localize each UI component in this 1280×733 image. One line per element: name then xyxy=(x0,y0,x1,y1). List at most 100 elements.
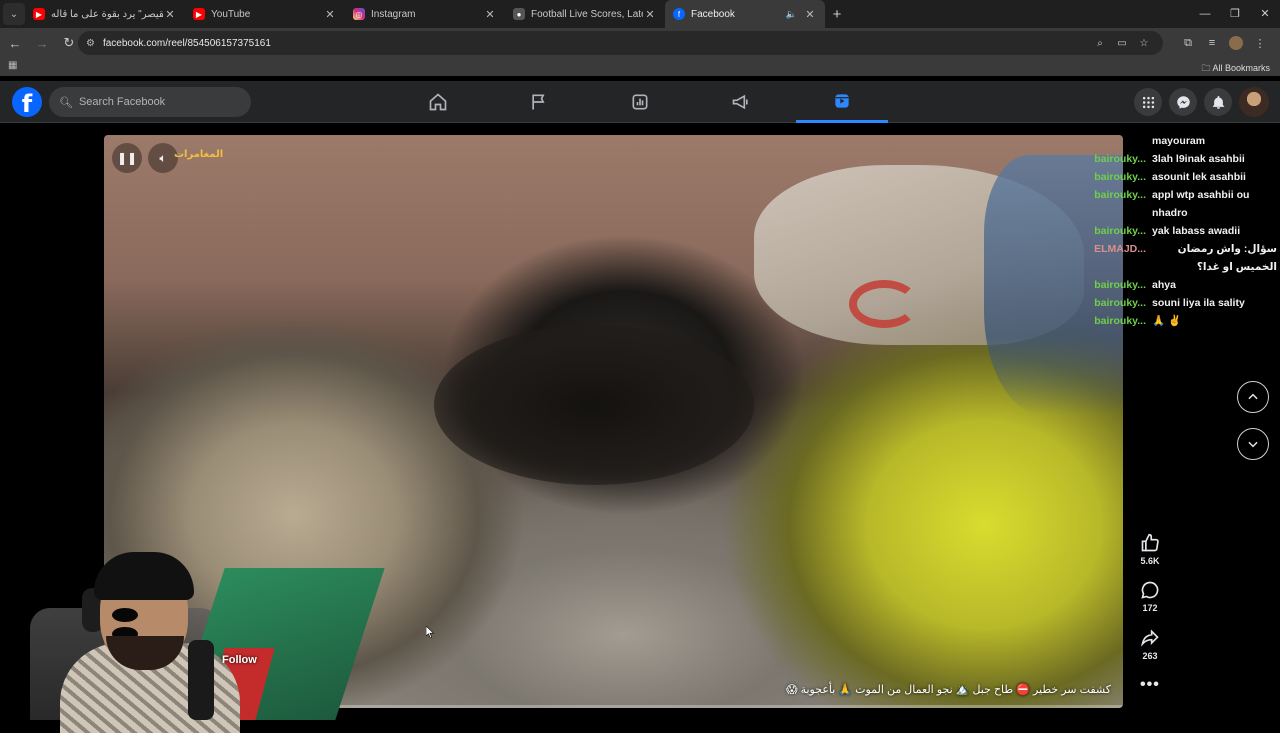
nav-home[interactable] xyxy=(392,81,484,123)
messenger-button[interactable] xyxy=(1169,88,1197,116)
close-icon[interactable]: ✕ xyxy=(323,8,337,21)
streamer-webcam xyxy=(0,548,385,733)
nav-pages[interactable] xyxy=(493,81,585,123)
browser-tab-2[interactable]: ▶ YouTube ✕ xyxy=(185,0,345,28)
tab-title: Football Live Scores, Latest Foo xyxy=(531,8,643,20)
like-count: 5.6K xyxy=(1140,556,1160,566)
chat-text: appl wtp asahbii ou nhadro xyxy=(1152,189,1250,219)
nav-ads[interactable] xyxy=(695,81,787,123)
extensions-icon[interactable]: ⧉ xyxy=(1176,37,1200,50)
facebook-search[interactable]: 🔍︎ xyxy=(49,87,251,117)
pause-icon[interactable]: ❚❚ xyxy=(112,143,142,173)
facebook-header: f 🔍︎ xyxy=(0,81,1280,123)
chat-username: ELMAJD... xyxy=(1094,243,1146,255)
chat-text: yak labass awadii xyxy=(1152,225,1241,237)
search-input[interactable] xyxy=(78,96,239,108)
zoom-icon[interactable]: ⌕ xyxy=(1089,38,1111,49)
back-icon[interactable]: ← xyxy=(3,36,27,51)
cast-icon[interactable]: ▭ xyxy=(1111,38,1133,49)
address-bar[interactable]: ⚙ facebook.com/reel/854506157375161 ⌕ ▭ … xyxy=(78,31,1163,55)
chat-message: bairouky... asounit lek asahbii xyxy=(1085,168,1280,186)
follow-button[interactable]: Follow xyxy=(222,654,257,666)
close-window-icon[interactable]: ✕ xyxy=(1250,0,1280,28)
video-scene xyxy=(434,325,754,485)
like-button[interactable]: 5.6K xyxy=(1130,533,1170,566)
menu-kebab-icon[interactable]: ⋮ xyxy=(1248,37,1272,50)
close-icon[interactable]: ✕ xyxy=(483,8,497,21)
menu-button[interactable] xyxy=(1134,88,1162,116)
chat-message: bairouky... 3lah l9inak asahbii xyxy=(1085,150,1280,168)
pages-flag-icon xyxy=(532,94,545,110)
star-icon[interactable]: ☆ xyxy=(1133,38,1155,49)
browser-tab-1[interactable]: ▶ القيصر" يرد بقوة على ما قاله wa" ✕ xyxy=(25,0,185,28)
chat-username: bairouky... xyxy=(1094,153,1146,165)
tab-search-dropdown[interactable]: ⌄ xyxy=(3,3,25,25)
webcam-scene xyxy=(94,552,194,600)
live-chat: mayouram bairouky... 3lah l9inak asahbii … xyxy=(1085,132,1280,330)
search-icon: 🔍︎ xyxy=(59,96,73,109)
tab-title: Instagram xyxy=(371,8,416,20)
comment-button[interactable]: 172 xyxy=(1130,580,1170,613)
browser-tab-strip: ⌄ ▶ القيصر" يرد بقوة على ما قاله wa" ✕ ▶… xyxy=(0,0,1280,28)
chat-message: bairouky... ahya xyxy=(1085,276,1280,294)
chat-message: ELMAJD... سؤال: واش رمضان الخميس او غدا؟ xyxy=(1085,240,1280,276)
close-icon[interactable]: ✕ xyxy=(803,8,817,21)
all-bookmarks-label: All Bookmarks xyxy=(1212,63,1270,73)
share-button[interactable]: 263 xyxy=(1130,628,1170,661)
account-avatar[interactable] xyxy=(1239,87,1269,117)
dashboard-icon xyxy=(632,94,648,110)
forward-icon[interactable]: → xyxy=(30,36,54,51)
nav-reels[interactable] xyxy=(796,81,888,123)
chat-username: bairouky... xyxy=(1094,279,1146,291)
comment-count: 172 xyxy=(1142,603,1158,613)
tab-title: القيصر" يرد بقوة على ما قاله wa" xyxy=(51,8,163,20)
url-text: facebook.com/reel/854506157375161 xyxy=(102,37,271,49)
more-options-button[interactable]: ••• xyxy=(1140,676,1160,694)
browser-tab-3[interactable]: ◎ Instagram ✕ xyxy=(345,0,505,28)
share-icon xyxy=(1141,629,1159,647)
notifications-button[interactable] xyxy=(1204,88,1232,116)
tab-title: Facebook xyxy=(691,8,735,20)
site-info-icon[interactable]: ⚙ xyxy=(86,38,95,49)
facebook-logo[interactable]: f xyxy=(12,87,42,118)
chat-text: 3lah l9inak asahbii xyxy=(1152,153,1245,165)
generic-site-icon: ● xyxy=(513,8,525,20)
share-count: 263 xyxy=(1142,651,1158,661)
chevron-down-icon xyxy=(1248,441,1258,448)
profile-avatar[interactable] xyxy=(1229,36,1243,50)
chat-message: mayouram xyxy=(1152,135,1206,147)
close-icon[interactable]: ✕ xyxy=(643,8,657,21)
close-icon[interactable]: ✕ xyxy=(163,8,177,21)
window-controls: — ❐ ✕ xyxy=(1190,0,1280,28)
webcam-scene xyxy=(112,608,178,641)
apps-grid-icon[interactable]: ▦ xyxy=(8,60,17,71)
chat-username: bairouky... xyxy=(1094,225,1146,237)
nav-dashboard[interactable] xyxy=(594,81,686,123)
new-tab-button[interactable]: + xyxy=(825,6,849,23)
chat-text: 🙏 ✌️ xyxy=(1152,315,1182,327)
all-bookmarks[interactable]: 🗀 All Bookmarks xyxy=(1201,61,1270,77)
minimize-icon[interactable]: — xyxy=(1190,0,1220,28)
restore-icon[interactable]: ❐ xyxy=(1220,0,1250,28)
chat-text: souni liya ila sality xyxy=(1152,297,1245,309)
speaker-icon[interactable]: 🔈 xyxy=(786,9,797,20)
browser-tab-4[interactable]: ● Football Live Scores, Latest Foo ✕ xyxy=(505,0,665,28)
webcam-scene xyxy=(188,640,214,720)
chat-username: bairouky... xyxy=(1094,297,1146,309)
previous-reel-button[interactable] xyxy=(1237,381,1269,413)
media-controls-icon[interactable]: ≡ xyxy=(1200,37,1224,49)
youtube-icon: ▶ xyxy=(33,8,45,20)
chat-message: bairouky... 🙏 ✌️ xyxy=(1085,312,1280,330)
instagram-icon: ◎ xyxy=(353,8,365,20)
facebook-icon: f xyxy=(673,8,685,20)
mouse-cursor-icon xyxy=(426,626,434,638)
chevron-up-icon xyxy=(1248,393,1258,400)
next-reel-button[interactable] xyxy=(1237,428,1269,460)
bell-icon xyxy=(1212,95,1224,109)
browser-tab-5[interactable]: f Facebook 🔈 ✕ xyxy=(665,0,825,28)
messenger-icon xyxy=(1176,95,1190,109)
chat-text: ahya xyxy=(1152,279,1176,291)
video-overlay-label: المغامرات xyxy=(174,149,224,160)
home-icon xyxy=(429,93,447,111)
chat-username: bairouky... xyxy=(1094,171,1146,183)
